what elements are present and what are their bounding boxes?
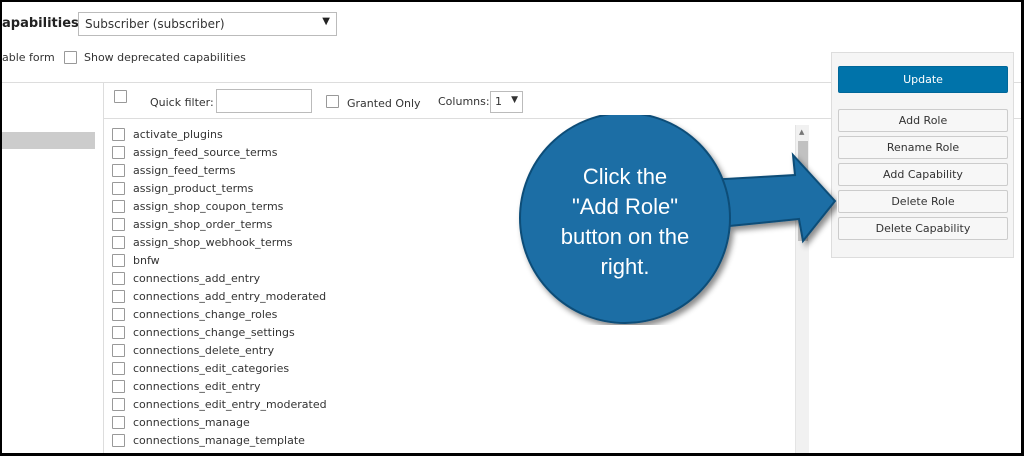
capability-checkbox[interactable] <box>112 415 125 429</box>
chevron-down-icon: ▼ <box>511 95 518 105</box>
capability-checkbox[interactable] <box>112 433 125 447</box>
granted-only-checkbox[interactable] <box>326 95 339 108</box>
capability-label: connections_add_entry_moderated <box>133 289 327 303</box>
callout-line-4: right. <box>600 254 650 279</box>
capability-label: connections_delete_entry <box>133 343 275 357</box>
capability-label: connections_edit_categories <box>133 361 290 375</box>
capability-checkbox[interactable] <box>112 127 125 141</box>
columns-select[interactable]: 1 ▼ <box>490 91 523 113</box>
capability-checkbox[interactable] <box>112 325 125 339</box>
capability-checkbox[interactable] <box>112 289 125 303</box>
capability-label: assign_shop_order_terms <box>133 217 273 231</box>
show-deprecated-label: Show deprecated capabilities <box>84 51 246 64</box>
capability-label: assign_shop_webhook_terms <box>133 235 293 249</box>
capability-label: assign_product_terms <box>133 181 254 195</box>
capability-label: connections_edit_entry_moderated <box>133 397 327 411</box>
quick-filter-label: Quick filter: <box>150 96 214 109</box>
capability-label: assign_feed_source_terms <box>133 145 278 159</box>
capability-groups-column <box>2 83 104 453</box>
screenshot-frame: apabilities: Subscriber (subscriber) ▼ a… <box>2 2 1021 453</box>
role-select-value: Subscriber (subscriber) <box>85 17 225 31</box>
capability-checkbox[interactable] <box>112 217 125 231</box>
capability-checkbox[interactable] <box>112 397 125 411</box>
quick-filter-input[interactable] <box>216 89 312 113</box>
instruction-callout: Click the "Add Role" button on the right… <box>507 112 837 325</box>
capability-label: connections_add_entry <box>133 271 261 285</box>
capability-label: bnfw <box>133 253 160 267</box>
capabilities-label: apabilities: <box>2 16 84 31</box>
capability-checkbox[interactable] <box>112 361 125 375</box>
columns-label: Columns: <box>438 95 490 108</box>
capability-label: connections_edit_entry <box>133 379 261 393</box>
callout-line-3: button on the <box>560 224 690 249</box>
show-deprecated-checkbox[interactable] <box>64 51 77 64</box>
delete-role-button[interactable]: Delete Role <box>838 190 1008 213</box>
chevron-down-icon: ▼ <box>322 16 330 27</box>
capability-checkbox[interactable] <box>112 271 125 285</box>
capability-row[interactable]: connections_manage <box>112 413 792 431</box>
form-option-label: able form <box>2 51 55 64</box>
rename-role-button[interactable]: Rename Role <box>838 136 1008 159</box>
capability-checkbox[interactable] <box>112 253 125 267</box>
capability-label: assign_shop_coupon_terms <box>133 199 284 213</box>
capability-label: assign_feed_terms <box>133 163 236 177</box>
capability-row[interactable]: connections_edit_entry_moderated <box>112 395 792 413</box>
selected-group-item[interactable] <box>2 132 95 149</box>
capability-checkbox[interactable] <box>112 163 125 177</box>
capability-checkbox[interactable] <box>112 343 125 357</box>
capability-row[interactable]: connections_delete_entry <box>112 341 792 359</box>
capability-label: connections_change_roles <box>133 307 278 321</box>
capability-checkbox[interactable] <box>112 307 125 321</box>
update-button[interactable]: Update <box>838 66 1008 93</box>
show-deprecated-option[interactable]: Show deprecated capabilities <box>64 51 246 64</box>
capability-checkbox[interactable] <box>112 181 125 195</box>
capability-label: connections_manage <box>133 415 250 429</box>
capability-label: connections_change_settings <box>133 325 295 339</box>
capability-row[interactable]: connections_edit_categories <box>112 359 792 377</box>
capability-checkbox[interactable] <box>112 199 125 213</box>
capability-checkbox[interactable] <box>112 235 125 249</box>
callout-line-1: Click the <box>582 164 668 189</box>
capability-row[interactable]: connections_manage_template <box>112 431 792 449</box>
add-role-button[interactable]: Add Role <box>838 109 1008 132</box>
role-select[interactable]: Subscriber (subscriber) ▼ <box>78 12 337 36</box>
select-all-checkbox[interactable] <box>114 90 127 103</box>
capability-row[interactable]: connections_change_settings <box>112 323 792 341</box>
capability-label: activate_plugins <box>133 127 223 141</box>
callout-text: Click the "Add Role" button on the right… <box>514 162 736 282</box>
capability-checkbox[interactable] <box>112 145 125 159</box>
capability-checkbox[interactable] <box>112 379 125 393</box>
callout-line-2: "Add Role" <box>571 194 679 219</box>
capability-label: connections_manage_template <box>133 433 305 447</box>
capability-row[interactable]: connections_edit_entry <box>112 377 792 395</box>
columns-select-value: 1 <box>495 95 502 108</box>
add-capability-button[interactable]: Add Capability <box>838 163 1008 186</box>
role-actions-panel: Update Add Role Rename Role Add Capabili… <box>831 52 1014 258</box>
delete-capability-button[interactable]: Delete Capability <box>838 217 1008 240</box>
granted-only-label: Granted Only <box>347 97 421 110</box>
